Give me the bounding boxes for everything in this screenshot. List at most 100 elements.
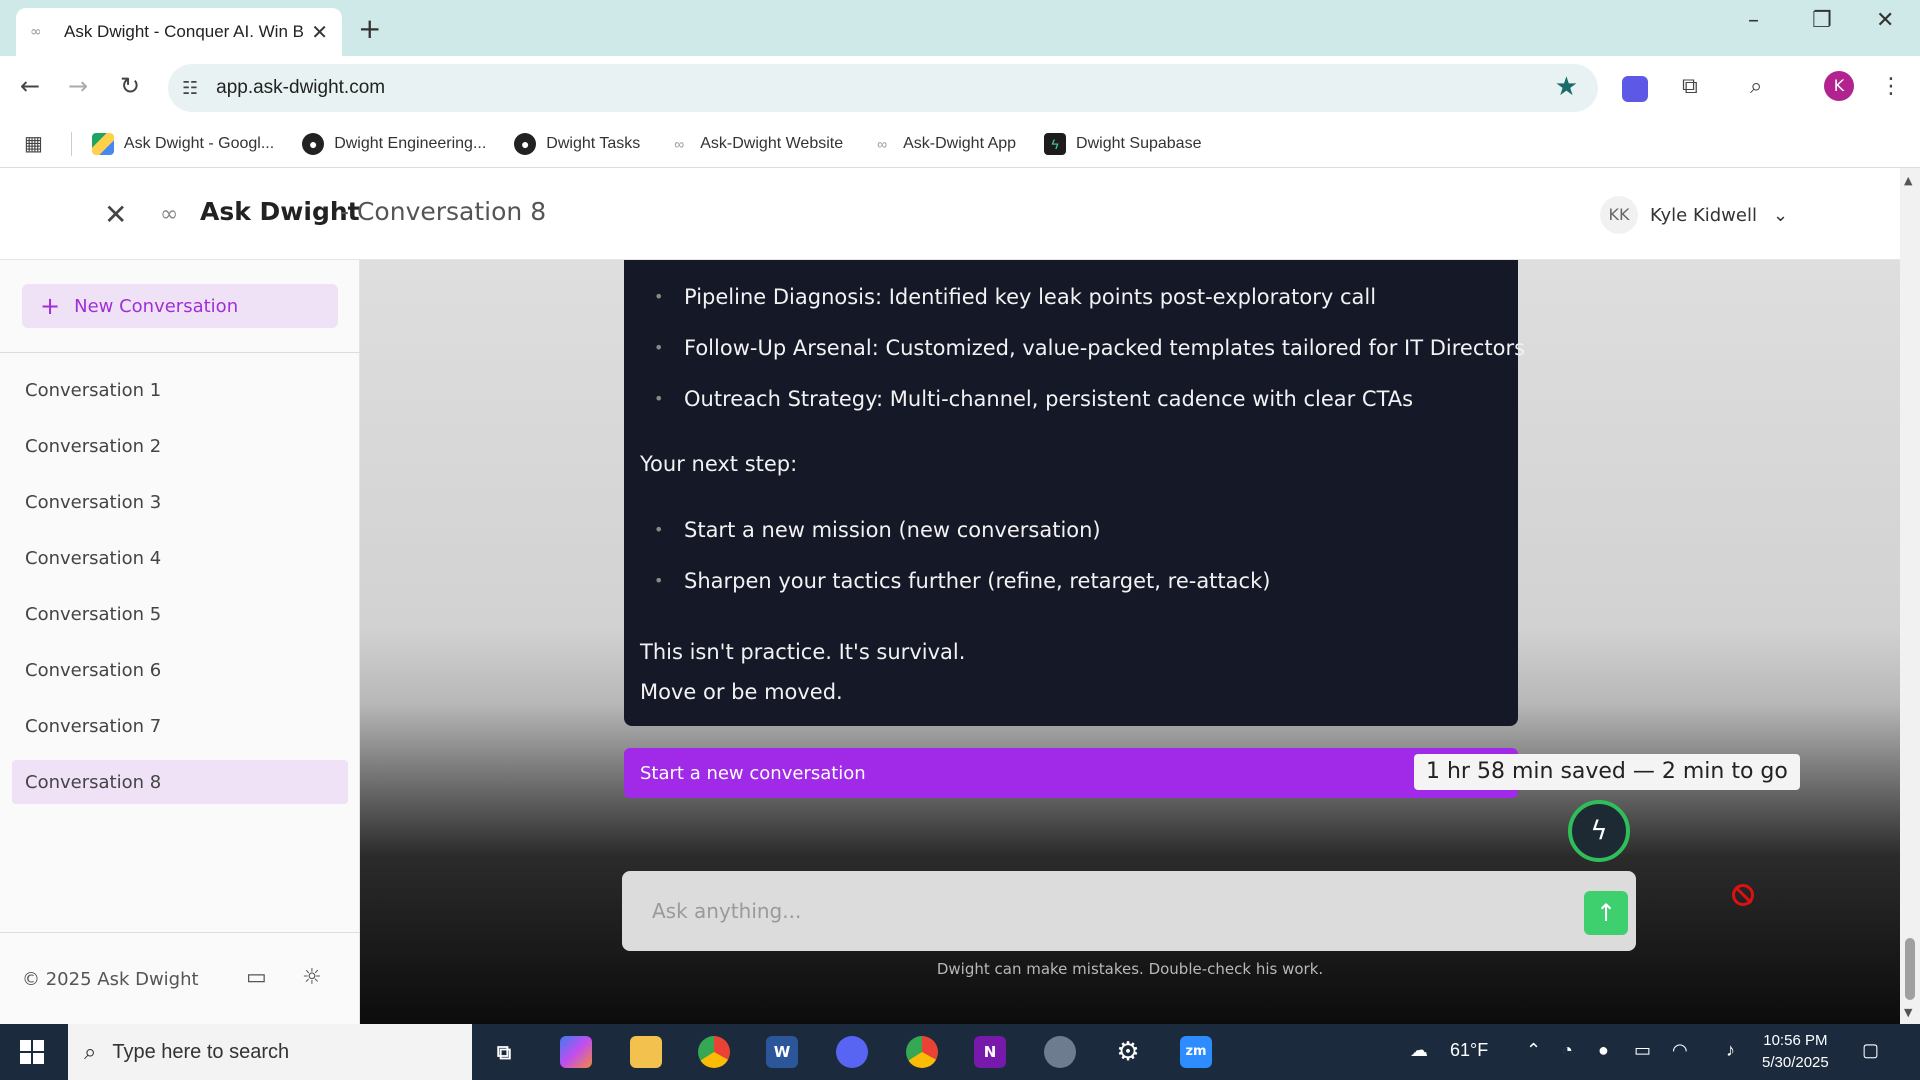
battery-icon[interactable]: ▭ bbox=[1634, 1040, 1651, 1061]
bookmark-label: Ask Dwight - Googl... bbox=[123, 134, 275, 152]
clock-time: 10:56 PM bbox=[1763, 1032, 1828, 1049]
sidebar-item-conversation-6[interactable]: Conversation 6 bbox=[12, 648, 348, 692]
weather-icon[interactable]: ☁ bbox=[1410, 1040, 1428, 1061]
search-icon: ⌕ bbox=[84, 1039, 97, 1064]
app-brand: Ask Dwight bbox=[200, 197, 360, 226]
sidebar-item-conversation-2[interactable]: Conversation 2 bbox=[12, 424, 348, 468]
bookmark-item[interactable]: ∞ Ask-Dwight App bbox=[871, 133, 1016, 155]
chevron-down-icon: ⌄ bbox=[1772, 204, 1789, 226]
tray-chevron-up-icon[interactable]: ⌃ bbox=[1526, 1040, 1541, 1061]
google-drive-icon bbox=[91, 132, 114, 155]
sidebar-item-conversation-5[interactable]: Conversation 5 bbox=[12, 592, 348, 636]
system-clock[interactable]: 10:56 PM 5/30/2025 bbox=[1762, 1030, 1829, 1074]
tab-search-icon[interactable]: ⌕ bbox=[1750, 74, 1762, 99]
taskbar-search[interactable]: ⌕ Type here to search bbox=[68, 1024, 472, 1080]
next-step-list: Start a new mission (new conversation) S… bbox=[654, 515, 1270, 617]
task-view-icon[interactable]: ⧉ bbox=[488, 1036, 520, 1068]
browser-tab-active[interactable]: ∞ Ask Dwight - Conquer AI. Win B ✕ bbox=[16, 8, 342, 56]
wifi-icon[interactable]: ◠ bbox=[1672, 1040, 1688, 1061]
page-scrollbar[interactable]: ▲ ▼ bbox=[1900, 168, 1920, 1024]
list-item: Sharpen your tactics further (refine, re… bbox=[654, 566, 1270, 617]
dwight-logo-icon: ∞ bbox=[877, 135, 888, 152]
app-icon[interactable] bbox=[1044, 1036, 1076, 1068]
microphone-icon[interactable]: ● bbox=[1598, 1040, 1609, 1061]
ask-anything-input[interactable] bbox=[652, 891, 1452, 931]
copyright-text: © 2025 Ask Dwight bbox=[22, 969, 199, 990]
sidebar-divider bbox=[0, 352, 360, 353]
closing-line: This isn't practice. It's survival. bbox=[640, 640, 966, 664]
profile-avatar[interactable]: K bbox=[1824, 71, 1854, 101]
chrome-profile-icon[interactable] bbox=[906, 1036, 938, 1068]
bookmark-item[interactable]: ● Dwight Tasks bbox=[514, 132, 641, 155]
windows-taskbar: ⌕ Type here to search ⧉ W N ⚙ zm ☁ 61°F … bbox=[0, 1024, 1920, 1080]
sidebar: + New Conversation Conversation 1 Conver… bbox=[0, 260, 360, 1024]
feedback-icon[interactable]: ▭ bbox=[246, 965, 267, 990]
dwight-logo-icon: ∞ bbox=[160, 202, 179, 227]
extension-icon[interactable] bbox=[1622, 76, 1648, 102]
reload-icon[interactable]: ↻ bbox=[120, 72, 140, 100]
theme-toggle-icon[interactable]: ☼ bbox=[302, 965, 322, 990]
sidebar-item-conversation-1[interactable]: Conversation 1 bbox=[12, 368, 348, 412]
bookmark-label: Ask-Dwight Website bbox=[700, 134, 844, 152]
send-button[interactable]: ↑ bbox=[1584, 891, 1628, 935]
file-explorer-icon[interactable] bbox=[630, 1036, 662, 1068]
discord-icon[interactable] bbox=[836, 1036, 868, 1068]
bookmark-label: Ask-Dwight App bbox=[903, 134, 1017, 152]
zoom-icon[interactable]: zm bbox=[1180, 1036, 1212, 1068]
minimize-button[interactable]: – bbox=[1748, 8, 1759, 33]
sidebar-item-conversation-8[interactable]: Conversation 8 bbox=[12, 760, 348, 804]
weather-temp[interactable]: 61°F bbox=[1450, 1040, 1488, 1061]
scroll-down-icon[interactable]: ▼ bbox=[1904, 1006, 1912, 1019]
scroll-up-icon[interactable]: ▲ bbox=[1904, 174, 1912, 187]
notifications-icon[interactable]: ▢ bbox=[1862, 1040, 1879, 1061]
new-conversation-label: New Conversation bbox=[74, 295, 239, 317]
restore-button[interactable]: ❐ bbox=[1812, 8, 1832, 33]
bookmark-star-icon[interactable]: ★ bbox=[1555, 72, 1578, 102]
user-menu[interactable]: KK Kyle Kidwell ⌄ bbox=[1600, 196, 1788, 234]
bookmark-label: Dwight Tasks bbox=[546, 134, 641, 152]
bookmark-item[interactable]: ● Dwight Engineering... bbox=[302, 132, 487, 155]
extensions-icon[interactable]: ⧉ bbox=[1682, 74, 1698, 99]
start-new-conversation-button[interactable]: Start a new conversation bbox=[624, 748, 1518, 798]
sidebar-item-conversation-3[interactable]: Conversation 3 bbox=[12, 480, 348, 524]
supabase-icon: ϟ bbox=[1044, 132, 1067, 155]
apps-grid-icon[interactable]: ▦ bbox=[24, 131, 43, 156]
site-info-icon[interactable]: ☷ bbox=[182, 78, 198, 99]
conversation-list: Conversation 1 Conversation 2 Conversati… bbox=[12, 368, 348, 816]
list-item: Pipeline Diagnosis: Identified key leak … bbox=[654, 282, 1525, 333]
plus-icon: + bbox=[40, 292, 61, 320]
bookmark-item[interactable]: Ask Dwight - Googl... bbox=[91, 132, 275, 155]
closing-line: Move or be moved. bbox=[640, 680, 843, 704]
page-title: - Conversation 8 bbox=[340, 197, 547, 226]
dwight-logo-icon: ∞ bbox=[674, 135, 685, 152]
word-icon[interactable]: W bbox=[766, 1036, 798, 1068]
network-icon[interactable]: ◔ bbox=[1562, 1040, 1573, 1061]
sidebar-item-conversation-7[interactable]: Conversation 7 bbox=[12, 704, 348, 748]
new-conversation-button[interactable]: + New Conversation bbox=[22, 284, 338, 328]
onenote-icon[interactable]: N bbox=[974, 1036, 1006, 1068]
bookmark-label: Dwight Engineering... bbox=[334, 134, 487, 152]
volume-icon[interactable]: ♪ bbox=[1726, 1040, 1735, 1061]
sidebar-item-conversation-4[interactable]: Conversation 4 bbox=[12, 536, 348, 580]
close-icon[interactable]: ✕ bbox=[104, 198, 127, 231]
clock-date: 5/30/2025 bbox=[1762, 1054, 1829, 1071]
scrollbar-thumb[interactable] bbox=[1905, 938, 1915, 1000]
bookmark-item[interactable]: ∞ Ask-Dwight Website bbox=[668, 133, 843, 155]
new-tab-button[interactable]: + bbox=[358, 12, 381, 45]
address-bar[interactable]: ☷ app.ask-dwight.com ★ bbox=[168, 64, 1598, 112]
chrome-icon[interactable] bbox=[698, 1036, 730, 1068]
bookmark-item[interactable]: ϟ Dwight Supabase bbox=[1044, 132, 1201, 155]
windows-start-icon[interactable] bbox=[20, 1040, 44, 1064]
forward-icon[interactable]: → bbox=[68, 72, 88, 100]
tab-close-icon[interactable]: ✕ bbox=[311, 20, 328, 44]
chat-input-box: ↑ bbox=[622, 871, 1754, 951]
settings-gear-icon[interactable]: ⚙ bbox=[1112, 1036, 1144, 1068]
copilot-icon[interactable] bbox=[560, 1036, 592, 1068]
back-icon[interactable]: ← bbox=[20, 72, 40, 100]
list-item: Start a new mission (new conversation) bbox=[654, 515, 1270, 566]
chat-area: Pipeline Diagnosis: Identified key leak … bbox=[360, 260, 1900, 1024]
window-close-button[interactable]: ✕ bbox=[1876, 8, 1894, 33]
menu-icon[interactable]: ⋮ bbox=[1880, 74, 1902, 99]
lightning-bolt-icon[interactable]: ϟ bbox=[1568, 800, 1630, 862]
sidebar-footer: © 2025 Ask Dwight ▭ ☼ bbox=[0, 932, 360, 1024]
